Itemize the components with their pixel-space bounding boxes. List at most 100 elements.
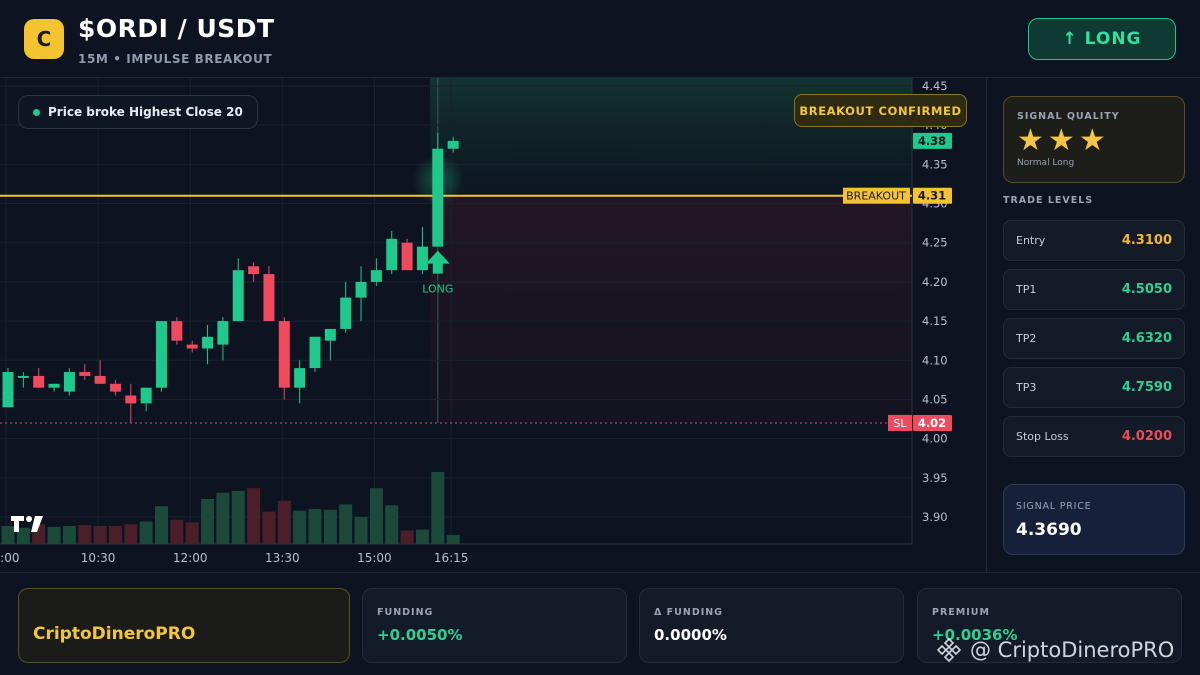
candle-body [156,321,167,388]
price-tick-label: 4.45 [922,79,948,93]
risk-zone [430,195,912,423]
candle-body [48,383,60,388]
candle-body [2,372,14,408]
time-tick-label: 10:30 [81,551,116,565]
volume-bar [354,517,368,544]
breakout-price-tag: 4.31 [918,189,946,203]
volume-bar [431,472,445,544]
brand-name: CriptoDineroPRO [33,624,196,644]
delta-funding-card: Δ FUNDING 0.0000% [639,588,904,663]
volume-bar [446,535,460,544]
level-value: 4.7590 [1121,380,1172,395]
signal-price-value: 4.3690 [1016,520,1082,540]
status-dot-icon [33,108,40,116]
candle-body [294,368,306,388]
candle-body [186,344,198,349]
level-label: Stop Loss [1016,430,1069,443]
tradingview-logo-icon[interactable] [10,514,46,534]
footer: CriptoDineroPRO FUNDING +0.0050% Δ FUNDI… [0,572,1200,675]
candle-body [355,281,367,298]
candle-body [94,375,106,384]
candle-body [171,321,183,341]
coin-logo-icon: C [24,19,64,59]
level-tp2: TP2 4.6320 [1003,318,1185,359]
stat-title: PREMIUM [932,607,990,618]
volume-bar [308,508,322,544]
candle-body [79,372,91,376]
price-tick-label: 3.95 [922,471,948,485]
stat-value: 0.0000% [654,626,727,644]
volume-bar [201,499,215,544]
volume-bar [415,529,429,544]
long-signal-label: LONG [422,283,453,296]
level-tp3: TP3 4.7590 [1003,367,1185,408]
volume-bar [124,524,138,544]
candlestick-chart[interactable]: LONG4.454.404.354.304.254.204.154.104.05… [0,78,986,572]
candle-body [248,266,260,275]
candle-body [125,395,137,404]
price-chart[interactable]: LONG4.454.404.354.304.254.204.154.104.05… [0,78,986,572]
stat-value: +0.0050% [377,626,463,644]
breakout-label: BREAKOUT [846,190,906,203]
candle-body [309,336,321,369]
volume-bar [47,526,61,544]
sl-price-tag: 4.02 [918,416,946,430]
funding-card: FUNDING +0.0050% [362,588,627,663]
candle-body [17,375,29,378]
star-icon: ★ [1078,123,1106,158]
level-label: TP2 [1016,332,1037,345]
header: C $ORDI / USDT 15M • IMPULSE BREAKOUT ↑ … [0,0,1200,78]
volume-bar [247,488,261,544]
volume-bar [369,488,383,544]
long-direction-button[interactable]: ↑ LONG [1028,18,1176,60]
candle-body [217,321,229,345]
time-tick-label: 12:00 [173,551,208,565]
level-stop-loss: Stop Loss 4.0200 [1003,416,1185,457]
quality-stars: ★ ★ ★ [1017,125,1106,157]
candle-body [63,372,75,392]
price-tick-label: 4.10 [922,353,948,367]
candle-body [109,383,121,392]
breakout-info-pill: Price broke Highest Close 20 [18,95,258,129]
volume-bar [170,519,184,544]
candle-body [432,148,444,247]
stat-title: Δ FUNDING [654,607,723,618]
volume-bar [323,509,337,544]
level-value: 4.5050 [1121,282,1172,297]
volume-bar [155,506,168,544]
signal-quality-card: SIGNAL QUALITY ★ ★ ★ Normal Long [1003,96,1185,183]
price-tick-label: 4.20 [922,275,948,289]
volume-bar [277,500,291,544]
price-tick-label: 4.05 [922,392,948,406]
price-tick-label: 3.90 [922,510,948,524]
level-value: 4.3100 [1121,233,1172,248]
signal-price-card: SIGNAL PRICE 4.3690 [1003,484,1185,555]
volume-bar [262,511,276,544]
level-entry: Entry 4.3100 [1003,220,1185,261]
time-tick-label: 15:00 [357,551,392,565]
watermark-text: @ CriptoDineroPRO [970,638,1175,662]
volume-bar [62,526,76,544]
candle-body [33,375,45,388]
price-tick-label: 4.35 [922,157,948,171]
level-value: 4.0200 [1121,429,1172,444]
candle-body [324,328,336,341]
volume-bar [93,526,107,544]
brand-card: CriptoDineroPRO [18,588,350,663]
sl-label: SL [893,417,907,430]
signal-price-title: SIGNAL PRICE [1016,501,1092,512]
pair-title: $ORDI / USDT [78,14,275,43]
volume-bar [400,530,414,544]
star-icon: ★ [1017,123,1044,158]
breakout-info-text: Price broke Highest Close 20 [48,105,243,119]
price-tick-label: 4.15 [922,314,948,328]
candle-body [278,321,290,388]
volume-bar [108,526,122,544]
candle-body [202,336,214,349]
signal-quality-note: Normal Long [1017,158,1075,168]
signal-panel: SIGNAL QUALITY ★ ★ ★ Normal Long TRADE L… [986,78,1200,572]
time-tick-label: 16:15 [434,551,469,565]
level-value: 4.6320 [1121,331,1172,346]
trade-levels-title: TRADE LEVELS [1003,195,1094,206]
watermark: @ CriptoDineroPRO [936,637,1174,663]
